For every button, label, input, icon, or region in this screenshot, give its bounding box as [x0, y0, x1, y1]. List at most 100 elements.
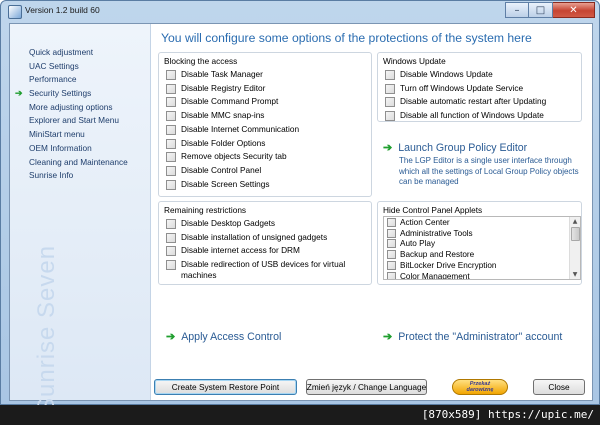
- list-item-label: Administrative Tools: [400, 228, 473, 238]
- remaining-restrictions-group: Remaining restrictions Disable Desktop G…: [158, 201, 372, 285]
- sidebar-item-label: Cleaning and Maintenance: [29, 156, 128, 167]
- list-item[interactable]: BitLocker Drive Encryption: [384, 260, 580, 271]
- option-disable-usb-redirection[interactable]: Disable redirection of USB devices for v…: [166, 259, 356, 280]
- option-disable-internet-communication[interactable]: Disable Internet Communication: [166, 124, 299, 135]
- sidebar-item-ministart-menu[interactable]: MiniStart menu: [10, 128, 150, 142]
- link-label: Apply Access Control: [181, 330, 282, 343]
- sidebar-item-oem-information[interactable]: OEM Information: [10, 142, 150, 156]
- option-disable-desktop-gadgets[interactable]: Disable Desktop Gadgets: [166, 218, 275, 229]
- list-item[interactable]: Action Center: [384, 217, 580, 228]
- checkbox[interactable]: [387, 250, 396, 260]
- sidebar-item-more-adjusting-options[interactable]: More adjusting options: [10, 101, 150, 115]
- checkbox[interactable]: [387, 217, 396, 227]
- checkbox[interactable]: [166, 152, 176, 163]
- checkbox[interactable]: [166, 232, 176, 243]
- applets-listbox[interactable]: Action Center Administrative Tools Auto …: [383, 216, 581, 280]
- checkbox[interactable]: [385, 97, 395, 108]
- list-item[interactable]: Backup and Restore: [384, 249, 580, 260]
- scroll-up-icon[interactable]: ▲: [570, 217, 580, 226]
- brand-logo: Sunrise Seven: [33, 244, 60, 414]
- window-title: Version 1.2 build 60: [25, 5, 100, 15]
- option-label: Disable installation of unsigned gadgets: [181, 231, 328, 242]
- sidebar-item-cleaning-maintenance[interactable]: Cleaning and Maintenance: [10, 156, 150, 170]
- group-policy-description: The LGP Editor is a single user interfac…: [399, 156, 579, 187]
- option-disable-windows-update[interactable]: Disable Windows Update: [385, 69, 493, 80]
- checkbox[interactable]: [166, 260, 176, 271]
- scroll-down-icon[interactable]: ▼: [570, 270, 580, 279]
- checkbox[interactable]: [166, 246, 176, 257]
- sidebar-item-label: Quick adjustment: [29, 47, 94, 57]
- close-button[interactable]: Close: [533, 379, 585, 395]
- list-item[interactable]: Administrative Tools: [384, 228, 580, 239]
- checkbox[interactable]: [385, 70, 395, 80]
- option-label: Disable Folder Options: [181, 137, 266, 148]
- sidebar-item-label: More adjusting options: [29, 101, 113, 112]
- option-disable-registry-editor[interactable]: Disable Registry Editor: [166, 83, 265, 94]
- option-label: Disable Task Manager: [181, 69, 263, 79]
- checkbox[interactable]: [166, 70, 176, 80]
- close-icon: ✕: [569, 4, 578, 16]
- checkbox[interactable]: [166, 83, 176, 94]
- group-title: Hide Control Panel Applets: [383, 205, 483, 215]
- option-disable-drm-internet[interactable]: Disable internet access for DRM: [166, 245, 300, 257]
- maximize-button[interactable]: □: [529, 2, 553, 18]
- sidebar-item-quick-adjustment[interactable]: Quick adjustment: [10, 46, 150, 60]
- title-bar: Version 1.2 build 60 – □ ✕: [1, 1, 600, 21]
- checkbox[interactable]: [387, 271, 396, 279]
- option-turn-off-update-service[interactable]: Turn off Windows Update Service: [385, 83, 523, 94]
- list-item[interactable]: Auto Play: [384, 239, 580, 250]
- checkbox[interactable]: [387, 228, 396, 238]
- sidebar: Quick adjustment UAC Settings Performanc…: [10, 24, 151, 414]
- option-label: Disable Registry Editor: [181, 82, 266, 93]
- scroll-thumb[interactable]: [571, 227, 580, 241]
- link-label: Protect the "Administrator" account: [398, 330, 563, 343]
- app-icon: [8, 5, 22, 19]
- option-label: Disable Control Panel: [181, 164, 262, 175]
- sidebar-item-explorer-start-menu[interactable]: Explorer and Start Menu: [10, 114, 150, 128]
- sidebar-item-performance[interactable]: Performance: [10, 73, 150, 87]
- checkbox[interactable]: [387, 261, 396, 271]
- checkbox[interactable]: [385, 83, 395, 94]
- listbox-scrollbar[interactable]: ▲ ▼: [569, 217, 580, 279]
- launch-group-policy-link[interactable]: ➔ Launch Group Policy Editor: [383, 141, 527, 155]
- close-window-button[interactable]: ✕: [553, 2, 595, 18]
- change-language-button[interactable]: Zmień język / Change Language: [306, 379, 427, 395]
- sidebar-item-security-settings[interactable]: ➔ Security Settings: [10, 87, 150, 101]
- option-disable-folder-options[interactable]: Disable Folder Options: [166, 138, 265, 149]
- option-disable-task-manager[interactable]: Disable Task Manager: [166, 69, 263, 80]
- option-disable-mmc-snapins[interactable]: Disable MMC snap-ins: [166, 110, 264, 122]
- option-label: Disable all function of Windows Update: [400, 110, 544, 121]
- checkbox[interactable]: [166, 165, 176, 176]
- protect-administrator-link[interactable]: ➔ Protect the "Administrator" account: [383, 330, 563, 344]
- sidebar-item-uac-settings[interactable]: UAC Settings: [10, 60, 150, 74]
- create-restore-point-button[interactable]: Create System Restore Point: [154, 379, 297, 395]
- list-item[interactable]: Color Management: [384, 271, 580, 279]
- checkbox[interactable]: [385, 111, 395, 122]
- option-disable-unsigned-gadgets[interactable]: Disable installation of unsigned gadgets: [166, 232, 327, 243]
- option-disable-control-panel[interactable]: Disable Control Panel: [166, 165, 261, 176]
- option-disable-auto-restart[interactable]: Disable automatic restart after Updating: [385, 96, 546, 108]
- watermark-strip: [870x589] https://upic.me/: [0, 405, 600, 425]
- option-remove-security-tab[interactable]: Remove objects Security tab: [166, 151, 287, 163]
- checkbox[interactable]: [166, 97, 176, 108]
- sidebar-item-label: Security Settings: [29, 88, 92, 99]
- option-disable-all-update-functions[interactable]: Disable all function of Windows Update: [385, 110, 544, 122]
- option-disable-command-prompt[interactable]: Disable Command Prompt: [166, 96, 278, 108]
- blocking-access-group: Blocking the access Disable Task Manager…: [158, 52, 372, 197]
- checkbox[interactable]: [166, 179, 176, 190]
- sidebar-item-label: UAC Settings: [29, 60, 79, 71]
- active-arrow-icon: ➔: [15, 88, 23, 99]
- checkbox[interactable]: [166, 138, 176, 149]
- donate-button[interactable]: Przekaż darowiznę: [452, 379, 508, 395]
- apply-access-control-link[interactable]: ➔ Apply Access Control: [166, 330, 282, 344]
- checkbox[interactable]: [166, 124, 176, 135]
- sidebar-item-sunrise-info[interactable]: Sunrise Info: [10, 169, 150, 183]
- minimize-button[interactable]: –: [505, 2, 529, 18]
- checkbox[interactable]: [387, 239, 396, 249]
- option-label: Disable Internet Communication: [181, 123, 300, 134]
- application-window: Version 1.2 build 60 – □ ✕ Quick adjustm…: [0, 0, 600, 414]
- checkbox[interactable]: [166, 111, 176, 122]
- checkbox[interactable]: [166, 219, 176, 229]
- option-disable-screen-settings[interactable]: Disable Screen Settings: [166, 179, 270, 190]
- sidebar-item-label: Performance: [29, 74, 77, 85]
